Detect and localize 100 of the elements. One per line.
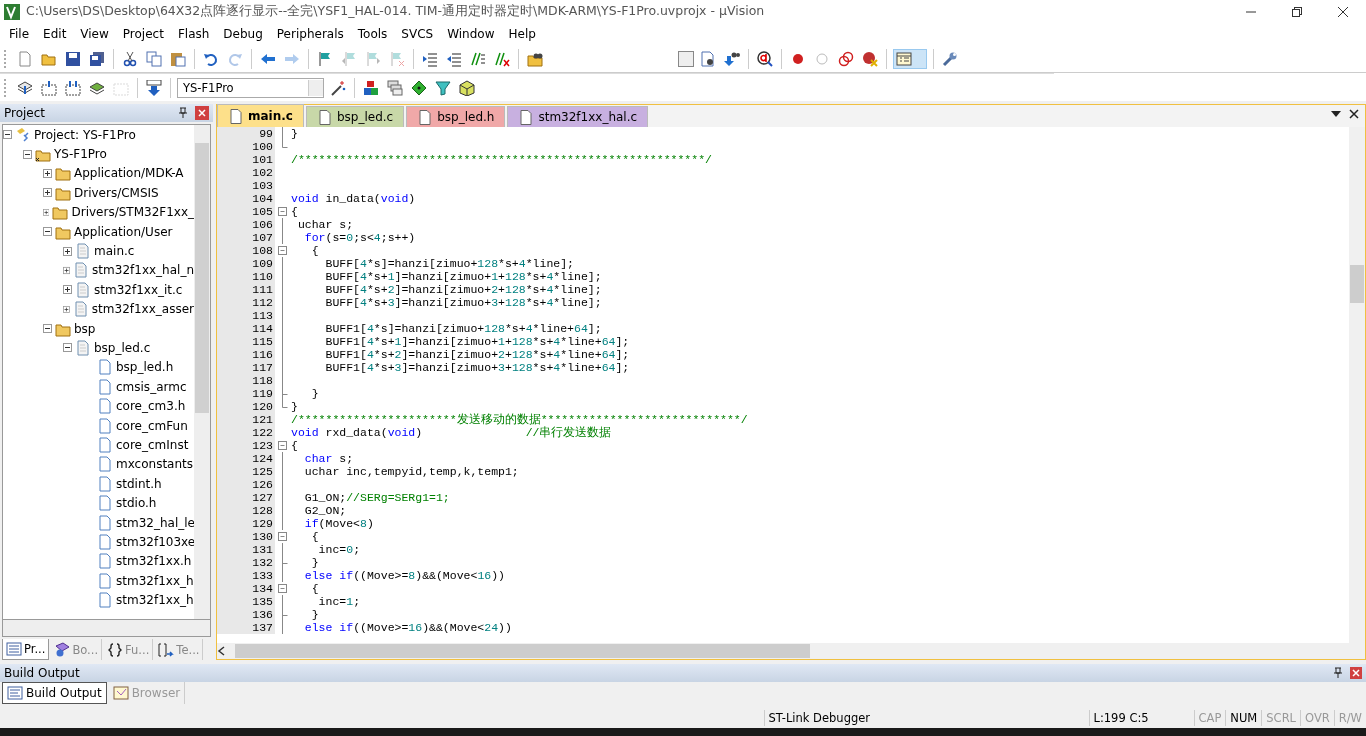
collapse-icon[interactable]	[3, 130, 12, 140]
menu-item[interactable]: Window	[440, 27, 502, 41]
scrollbar[interactable]	[2, 620, 211, 637]
window-layout-icon[interactable]	[893, 48, 927, 69]
expand-icon[interactable]	[63, 285, 72, 295]
fold-toggle[interactable]	[278, 530, 287, 541]
tree-item[interactable]: cmsis_armc	[116, 379, 187, 394]
target-dropdown[interactable]: YS-F1Pro	[177, 77, 324, 98]
menu-item[interactable]: View	[73, 27, 116, 41]
tree-item[interactable]: YS-F1Pro	[54, 147, 107, 162]
panel-title: Build Output	[4, 666, 80, 680]
menu-item[interactable]: Edit	[36, 27, 74, 41]
tree-item[interactable]: stdint.h	[116, 476, 162, 491]
tree-item[interactable]: main.c	[94, 244, 135, 259]
fold-toggle[interactable]	[278, 439, 287, 450]
tree-item[interactable]: stm32f1xx.h	[116, 554, 192, 569]
line-number: 105	[217, 205, 275, 218]
fold-guide-branch	[282, 608, 288, 621]
menu-item[interactable]: Flash	[170, 27, 217, 41]
tree-item[interactable]: stdio.h	[116, 496, 157, 511]
collapse-icon[interactable]	[43, 324, 52, 334]
menu-item[interactable]: Peripherals	[269, 27, 351, 41]
tree-item[interactable]: Application/User	[74, 224, 173, 239]
tree-item[interactable]: bsp	[74, 321, 96, 336]
pin-icon[interactable]	[1332, 667, 1344, 679]
file-icon	[72, 301, 89, 318]
browser-icon	[112, 685, 129, 701]
collapse-icon[interactable]	[63, 343, 72, 353]
stacked-windows-icon[interactable]	[385, 77, 405, 98]
tree-item[interactable]: core_cmFun	[116, 418, 188, 433]
expand-icon[interactable]	[63, 265, 71, 275]
line-number: 118	[217, 374, 275, 387]
close-icon[interactable]	[1338, 6, 1348, 17]
code-line: inc=1;	[317, 595, 361, 608]
menu-item[interactable]: Tools	[350, 27, 395, 41]
menu-item[interactable]: SVCS	[394, 27, 441, 41]
tree-item[interactable]: stm32f103xe	[116, 534, 194, 549]
load-arrow-icon[interactable]	[144, 77, 164, 98]
file-tab[interactable]: stm32f1xx_hal.c	[507, 106, 649, 127]
file-tab[interactable]: bsp_led.h	[406, 106, 506, 127]
restore-icon[interactable]	[1292, 6, 1302, 17]
file-icon	[97, 436, 113, 453]
menu-item[interactable]: File	[2, 27, 37, 41]
fold-guide-branch	[282, 556, 288, 569]
tree-item[interactable]: stm32f1xx_hal_n	[92, 263, 194, 278]
code-line: }	[310, 387, 319, 400]
line-number: 100	[217, 140, 275, 153]
code-line: uchar inc,tempyid,temp,k,temp1;	[303, 465, 519, 478]
status-text: ST-Link Debugger	[763, 710, 1089, 726]
tree-item[interactable]: stm32f1xx_h	[116, 573, 194, 588]
close-icon[interactable]	[1349, 108, 1359, 119]
file-tab[interactable]: main.c	[217, 104, 304, 127]
tree-item[interactable]: Drivers/CMSIS	[74, 185, 159, 200]
expand-icon[interactable]	[63, 304, 70, 314]
collapse-icon[interactable]	[23, 149, 32, 159]
line-number: 101	[217, 153, 275, 166]
tree-item[interactable]: core_cmInst	[116, 437, 189, 452]
expand-icon[interactable]	[43, 168, 52, 178]
panel-tab[interactable]: Pr...	[2, 639, 50, 660]
scrollbar[interactable]	[194, 125, 210, 619]
menu-item[interactable]: Debug	[216, 27, 270, 41]
dropdown-field[interactable]	[678, 50, 694, 67]
tree-item[interactable]: stm32f1xx_it.c	[94, 282, 183, 297]
menu-item[interactable]: Help	[501, 27, 543, 41]
code-line: BUFF[4*s+2]=hanzi[zimuo+2+128*s+4*line];	[324, 283, 602, 296]
fold-toggle[interactable]	[278, 582, 287, 593]
code-line: BUFF[4*s+1]=hanzi[zimuo+1+128*s+4*line];	[324, 270, 602, 283]
dropdown-icon[interactable]	[1331, 108, 1341, 119]
tree-item[interactable]: Drivers/STM32F1xx_	[71, 205, 194, 220]
debug-magnifier-icon[interactable]	[755, 48, 775, 69]
tree-item[interactable]: Project: YS-F1Pro	[34, 127, 136, 142]
tree-item[interactable]: core_cm3.h	[116, 399, 186, 414]
window-title: C:\Users\DS\Desktop\64X32点阵逐行显示--全完\YSF1_HAL-014. TIM-通用定时器定时\MDK-ARM\YS-F1Pro.uvprojx - µVision	[26, 3, 766, 20]
tree-item[interactable]: stm32f1xx_h	[116, 593, 194, 608]
tree-item[interactable]: Application/MDK-A	[74, 166, 184, 181]
file-icon	[75, 243, 91, 260]
code-line: BUFF1[4*s+3]=hanzi[zimuo+3+128*s+4*line+64];	[324, 361, 630, 374]
expand-icon[interactable]	[43, 207, 50, 217]
tree-item[interactable]: stm32_hal_le	[116, 515, 194, 530]
collapse-icon[interactable]	[43, 227, 52, 237]
line-number: 123	[217, 439, 275, 452]
code-line: inc=0;	[317, 543, 361, 556]
fold-toggle[interactable]	[278, 205, 287, 216]
panel-tab[interactable]: Build Output	[2, 682, 107, 704]
tree-item[interactable]: stm32f1xx_asser	[91, 302, 194, 317]
folder-icon	[55, 165, 71, 182]
expand-icon[interactable]	[63, 246, 72, 256]
line-number: 129	[217, 517, 275, 530]
status-indicator: CAP	[1193, 710, 1226, 726]
panel-title: Project	[4, 106, 46, 120]
line-number: 119	[217, 387, 275, 400]
expand-icon[interactable]	[43, 188, 52, 198]
fold-toggle[interactable]	[278, 244, 287, 255]
pin-icon[interactable]	[177, 107, 189, 119]
tree-item[interactable]: mxconstants	[116, 457, 193, 472]
file-tab[interactable]: bsp_led.c	[305, 106, 405, 127]
line-number: 103	[217, 179, 275, 192]
menu-item[interactable]: Project	[115, 27, 171, 41]
tree-item[interactable]: bsp_led.c	[94, 341, 151, 355]
tree-item[interactable]: bsp_led.h	[116, 360, 174, 375]
